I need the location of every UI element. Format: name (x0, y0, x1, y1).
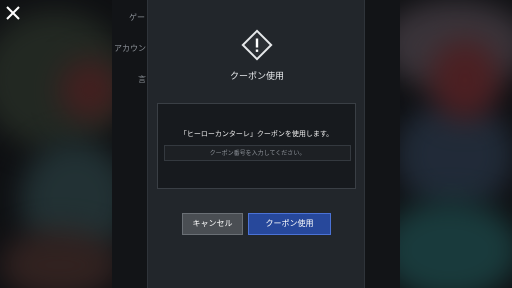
coupon-content-box: 「ヒーローカンターレ」クーポンを使用します。 (157, 103, 356, 189)
settings-item-game: ゲー (129, 13, 145, 22)
coupon-dialog: クーポン使用 「ヒーローカンターレ」クーポンを使用します。 キャンセル クーポン… (147, 0, 365, 288)
dialog-title: クーポン使用 (229, 72, 284, 82)
settings-item-account: アカウン (114, 44, 146, 53)
cancel-button[interactable]: キャンセル (182, 213, 243, 235)
close-icon (6, 6, 20, 20)
coupon-message: 「ヒーローカンターレ」クーポンを使用します。 (179, 130, 334, 138)
use-coupon-button[interactable]: クーポン使用 (248, 213, 331, 235)
settings-item-language: 言 (138, 75, 146, 84)
coupon-code-input[interactable] (164, 145, 351, 161)
warning-icon (241, 29, 273, 61)
close-button[interactable] (4, 4, 22, 22)
